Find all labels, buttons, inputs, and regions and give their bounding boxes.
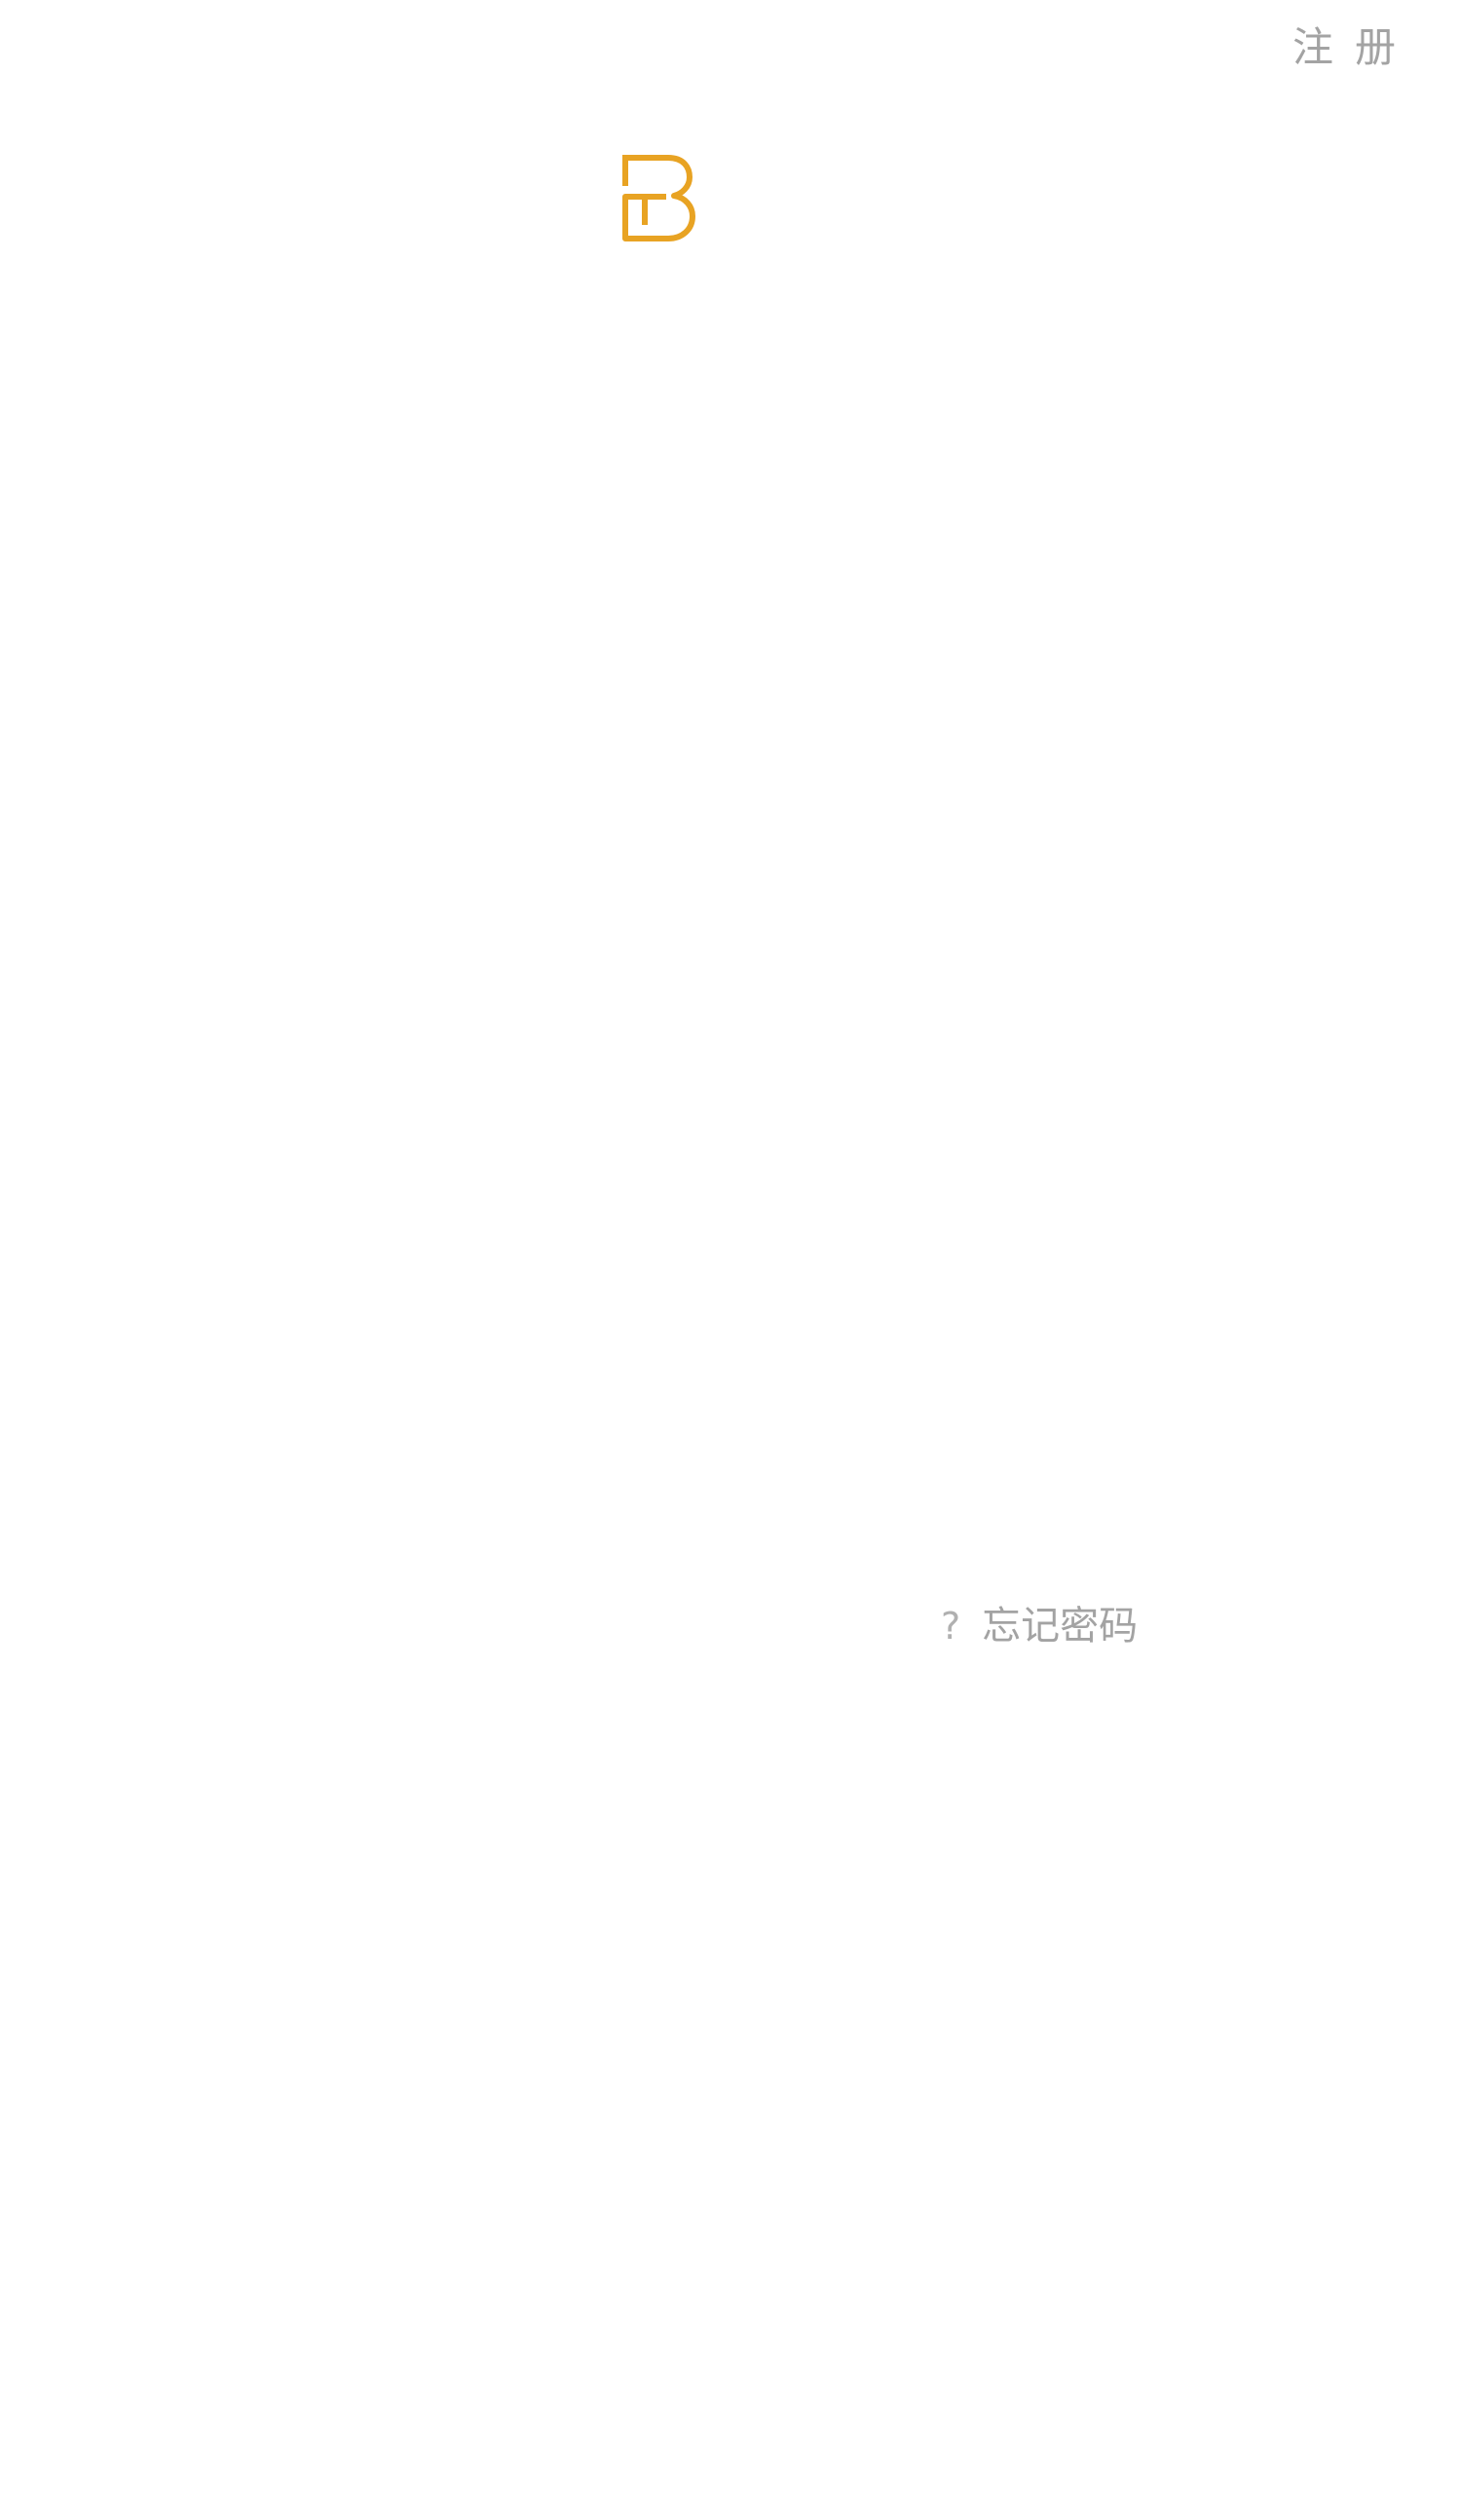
forgot-password-link[interactable]: ? 忘记密码 [941,1607,1138,1646]
b-logo-icon [622,155,695,241]
forgot-password-label: 忘记密码 [982,1604,1139,1649]
brand-logo [621,154,695,241]
question-icon: ? [941,1605,961,1648]
register-link[interactable]: 注册 [1292,27,1417,68]
